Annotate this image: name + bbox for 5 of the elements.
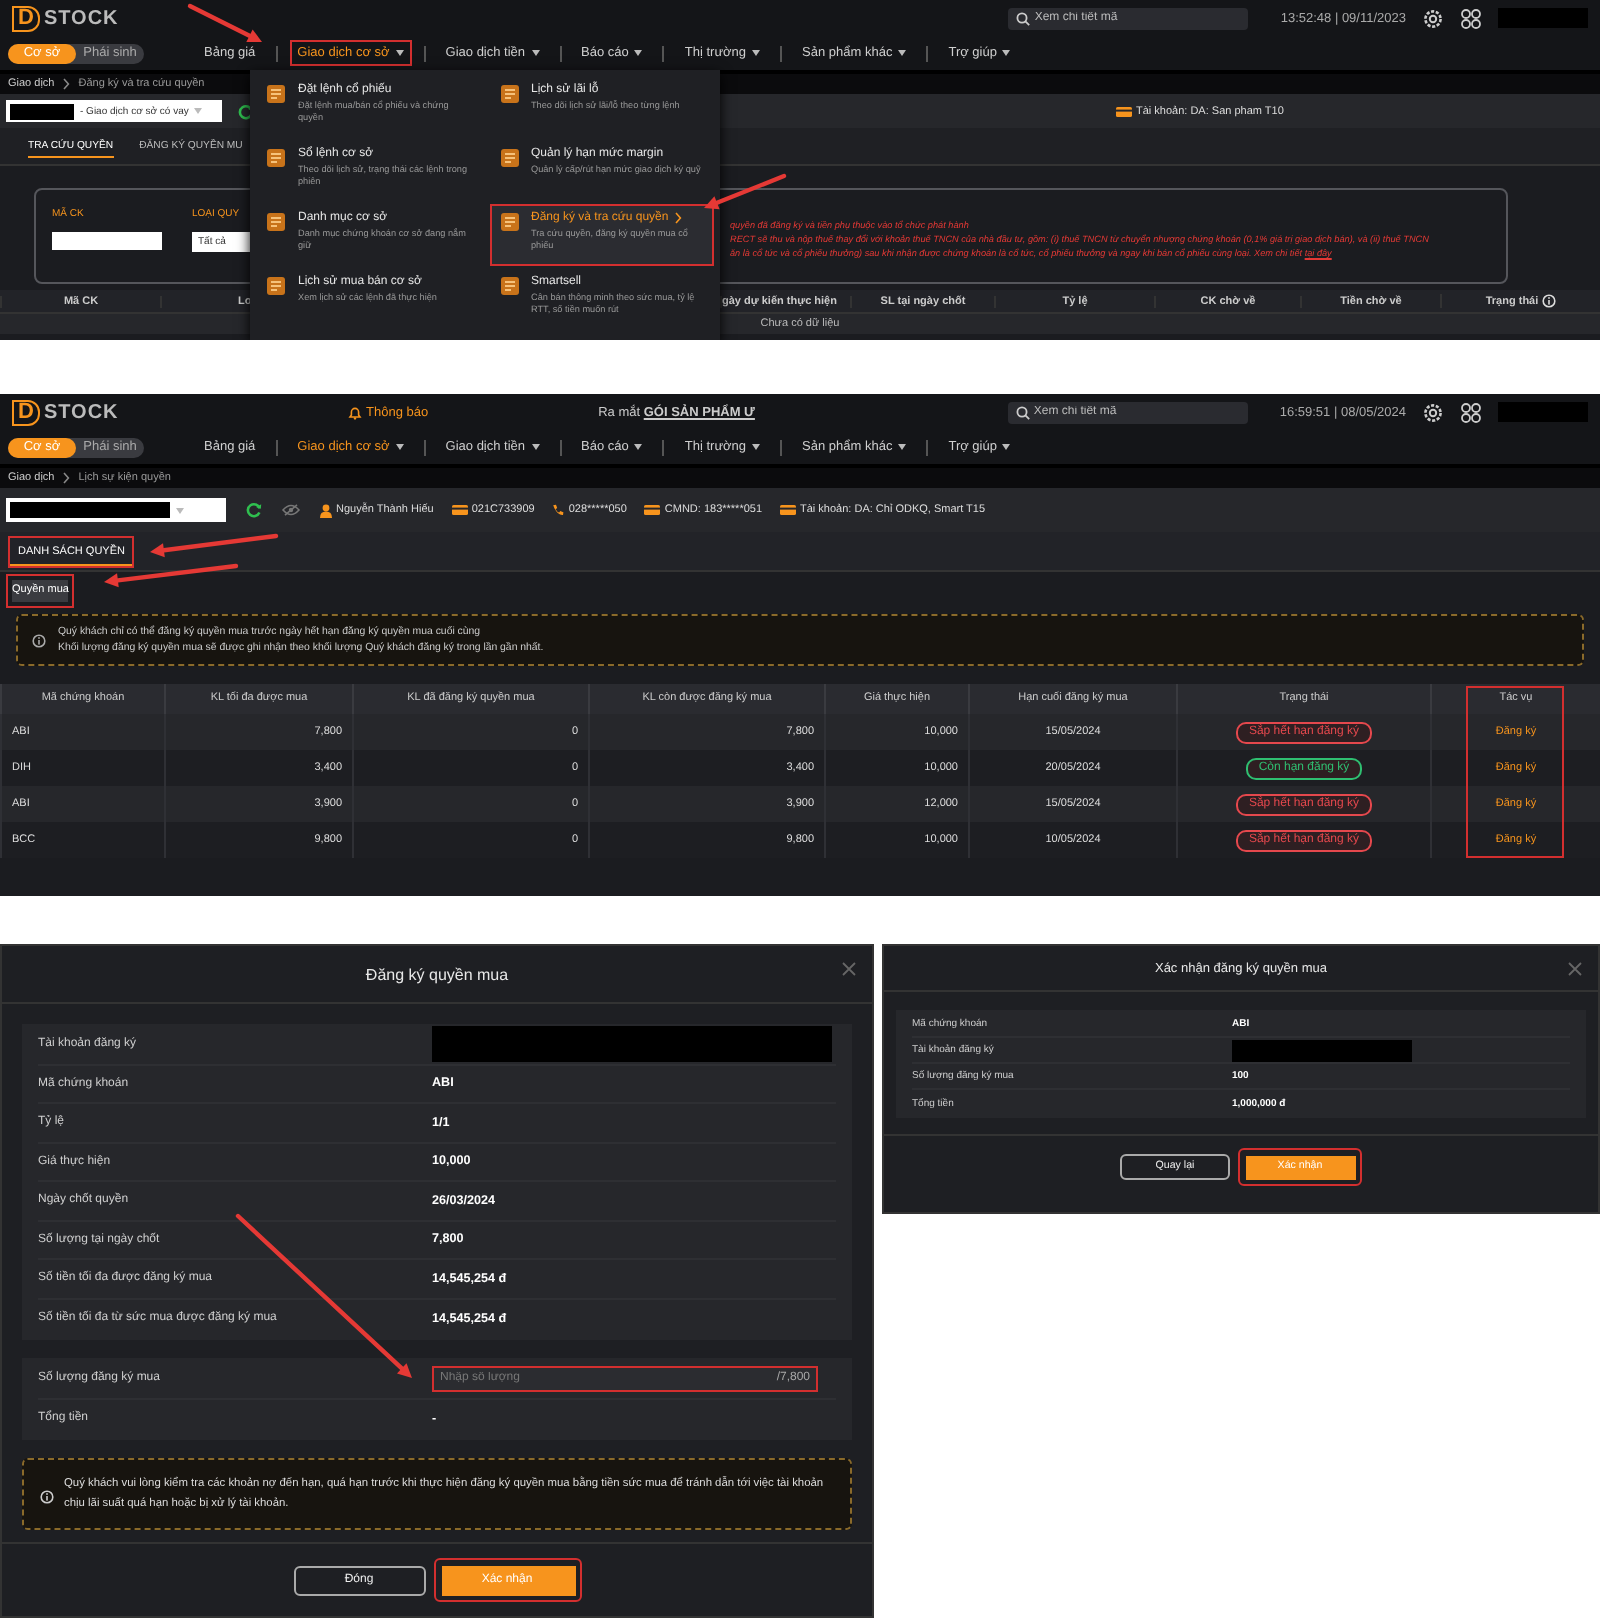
dialog-title: Đăng ký quyền mua — [365, 965, 509, 983]
logo-mark: D — [12, 5, 40, 31]
logo-mark: D — [12, 399, 40, 425]
logo-text: STOCK — [43, 401, 119, 423]
logo-text: STOCK — [43, 7, 119, 29]
